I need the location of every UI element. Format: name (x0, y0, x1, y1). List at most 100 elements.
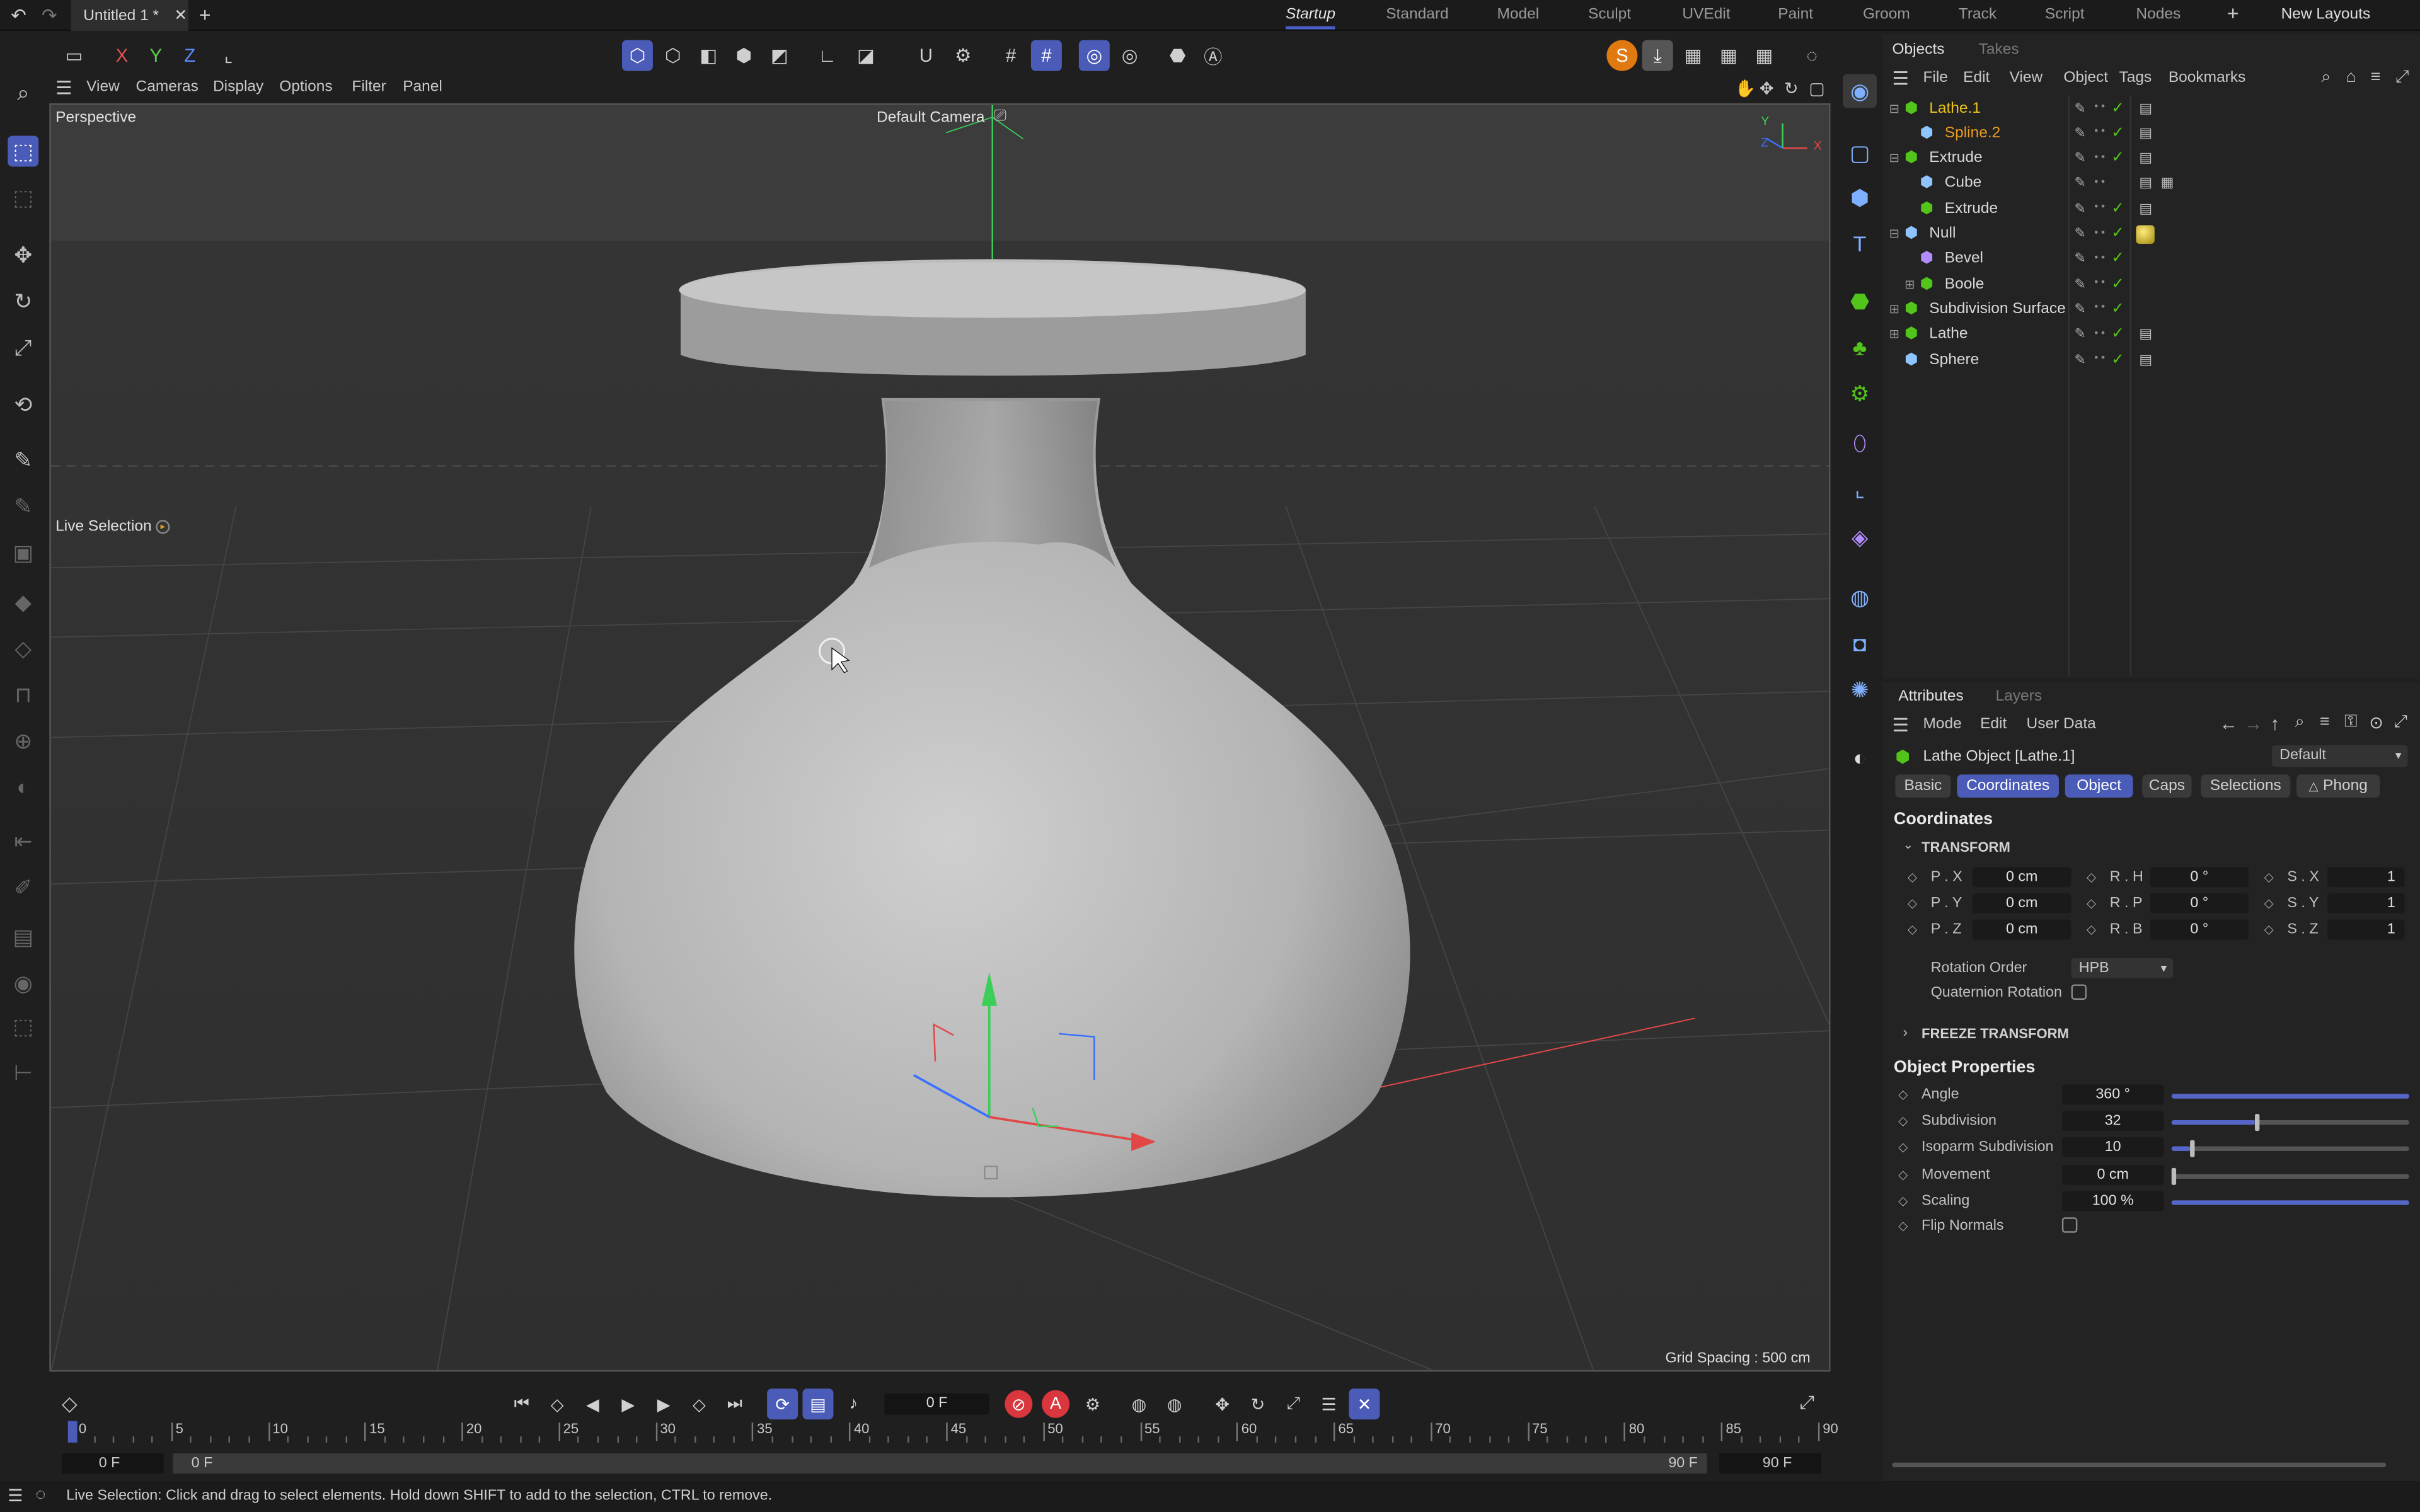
transform-field[interactable]: 1 (2327, 867, 2405, 888)
keyframe-settings-icon[interactable]: ⚙ (1077, 1389, 1108, 1419)
subtab-selections[interactable]: Selections (2201, 774, 2291, 798)
keyframe-diamond-icon[interactable]: ◇ (1908, 870, 1917, 884)
menu-mode[interactable]: Mode (1923, 716, 1961, 733)
rotation-order-dropdown[interactable]: HPB ▾ (2071, 958, 2174, 978)
layout-tab-uvedit[interactable]: UVEdit (1682, 6, 1730, 23)
lasso-icon[interactable]: ⟲ (8, 389, 38, 420)
filter-icon[interactable]: ≡ (2371, 68, 2381, 86)
layout-tab-nodes[interactable]: Nodes (2136, 6, 2181, 23)
enabled-check-icon[interactable]: ✓ (2111, 275, 2124, 292)
transform-field[interactable]: 1 (2327, 919, 2405, 940)
pen-icon[interactable]: ✎ (8, 444, 38, 475)
cube-palette-icon[interactable]: ⬢ (1843, 181, 1877, 215)
layout-tab-sculpt[interactable]: Sculpt (1588, 6, 1631, 23)
model-mode-icon[interactable]: ⬡ (621, 40, 653, 71)
symmetry-icon[interactable]: ◎ (1114, 40, 1145, 71)
search-icon[interactable]: ⌕ (2295, 713, 2305, 733)
tag-icon[interactable]: ▤ (2139, 125, 2152, 142)
playhead[interactable] (67, 1421, 78, 1443)
rotate-icon[interactable]: ↻ (8, 285, 38, 316)
add-layout-icon[interactable]: + (2227, 1, 2239, 25)
subtab-caps[interactable]: Caps (2142, 774, 2192, 798)
null-palette-icon[interactable]: ⌞ (1843, 472, 1877, 506)
edit-icon[interactable]: ✎ (2074, 100, 2085, 117)
next-frame-icon[interactable]: ▶ (648, 1389, 679, 1419)
visibility-dots-icon[interactable]: • • (2094, 353, 2105, 364)
enabled-check-icon[interactable]: ✓ (2111, 125, 2124, 142)
property-slider[interactable] (2171, 1173, 2409, 1179)
mirror-tool-icon[interactable]: ◉ (8, 968, 38, 999)
edit-icon[interactable]: ✎ (2074, 250, 2085, 267)
render-region-icon[interactable]: ▦ (1678, 40, 1708, 71)
subtab-coordinates[interactable]: Coordinates (1957, 774, 2059, 798)
keyframe-diamond-icon[interactable]: ◇ (1898, 1194, 1908, 1208)
generator-palette-icon[interactable]: ⬣ (1843, 284, 1877, 318)
keyframe-diamond-icon[interactable]: ◇ (1898, 1088, 1908, 1102)
layout-tab-track[interactable]: Track (1959, 6, 1997, 23)
collapse-icon[interactable]: ⊟ (1889, 151, 1899, 165)
keyframe-diamond-icon[interactable]: ◇ (1898, 1167, 1908, 1181)
snap-magnet-icon[interactable]: U (911, 40, 942, 71)
keyframe-diamond-icon[interactable]: ◇ (1898, 1219, 1908, 1233)
lock-z-axis-button[interactable]: Z (175, 40, 205, 71)
previous-frame-icon[interactable]: ◀ (577, 1389, 608, 1419)
visibility-dots-icon[interactable]: • • (2094, 328, 2105, 339)
text-palette-icon[interactable]: T (1843, 227, 1877, 261)
filter-icon[interactable]: ≡ (2320, 713, 2330, 731)
visibility-dots-icon[interactable]: • • (2094, 152, 2105, 163)
transform-field[interactable]: 0 cm (1972, 893, 2071, 914)
object-name[interactable]: Extrude (1929, 150, 1982, 167)
flip-normals-checkbox[interactable] (2061, 1217, 2078, 1233)
bridge-tool-icon[interactable]: ⊓ (8, 679, 38, 710)
measure-tool-icon[interactable]: ⊢ (8, 1057, 38, 1088)
tab-objects[interactable]: Objects (1892, 42, 1944, 59)
keyframe-diamond-icon[interactable]: ◇ (1908, 896, 1917, 910)
hamburger-icon[interactable]: ☰ (8, 1486, 23, 1506)
visibility-dots-icon[interactable]: • • (2094, 253, 2105, 264)
autokey-icon[interactable]: A (1042, 1390, 1070, 1418)
3d-viewport[interactable]: Perspective Default Camera ⎚ Live Select… (49, 103, 1831, 1372)
object-name[interactable]: Sphere (1929, 351, 1979, 368)
end-frame-field[interactable]: 90 F (1719, 1453, 1821, 1474)
loop-icon[interactable]: ⟳ (767, 1389, 798, 1420)
edit-icon[interactable]: ✎ (2074, 125, 2085, 142)
snap-settings-icon[interactable]: ⚙ (948, 40, 979, 71)
visibility-dots-icon[interactable]: • • (2094, 177, 2105, 188)
edit-icon[interactable]: ✎ (2074, 301, 2085, 318)
knife-tool-icon[interactable]: ⇤ (8, 825, 38, 856)
subtab-phong[interactable]: △ Phong (2296, 774, 2380, 798)
back-arrow-icon[interactable]: ← (2220, 713, 2238, 734)
edit-icon[interactable]: ✎ (2074, 226, 2085, 243)
enabled-check-icon[interactable]: ✓ (2111, 150, 2124, 167)
axis-mode-icon[interactable]: ∟ (812, 40, 843, 71)
menu-display[interactable]: Display (213, 79, 263, 96)
maximize-view-icon[interactable]: ▢ (1809, 79, 1824, 98)
menu-cameras[interactable]: Cameras (136, 79, 199, 96)
transform-field[interactable]: 0 ° (2150, 867, 2249, 888)
keyframe-diamond-icon[interactable]: ◇ (2264, 870, 2274, 884)
collapse-icon[interactable]: ⊟ (1889, 101, 1899, 115)
weld-tool-icon[interactable]: ⊕ (8, 725, 38, 756)
start-frame-field[interactable]: 0 F (61, 1453, 164, 1474)
polygons-mode-icon[interactable]: ⬢ (729, 40, 759, 71)
move-icon[interactable]: ✥ (8, 239, 38, 270)
timeline-graph-icon[interactable]: ⤢ (1800, 1392, 1815, 1415)
object-row[interactable]: ⊞ ⬢ Boole ✎ • • ✓ (1883, 272, 2420, 296)
edges-mode-icon[interactable]: ◧ (693, 40, 724, 71)
tag-icon[interactable]: ▤ (2139, 200, 2152, 217)
object-name[interactable]: Subdivision Surface (1929, 301, 2065, 318)
layout-tab-groom[interactable]: Groom (1863, 6, 1910, 23)
object-row[interactable]: ⊟ ⬢ Extrude ✎ • • ✓ ▤ (1883, 146, 2420, 171)
new-panel-icon[interactable]: ⊙ (2369, 713, 2383, 733)
timeline-ruler[interactable]: 0 5 10 15 20 25 30 35 40 45 50 55 60 65 70 75 80 85 90 (62, 1419, 1838, 1447)
paint-tool-icon[interactable]: ✐ (8, 872, 38, 903)
preset-dropdown[interactable]: Default ▾ (2271, 745, 2408, 767)
enabled-check-icon[interactable]: ✓ (2111, 226, 2124, 243)
menu-view[interactable]: View (86, 79, 120, 96)
object-row[interactable]: ⊞ ⬢ Lathe ✎ • • ✓ ▤ (1883, 322, 2420, 346)
render-queue-icon[interactable]: ▦ (1713, 40, 1744, 71)
menu-file[interactable]: File (1923, 69, 1947, 86)
search-icon[interactable]: ⌕ (8, 77, 38, 108)
deformer-palette-icon[interactable]: ⚙ (1843, 377, 1877, 411)
material-tag-icon[interactable] (2136, 224, 2155, 243)
